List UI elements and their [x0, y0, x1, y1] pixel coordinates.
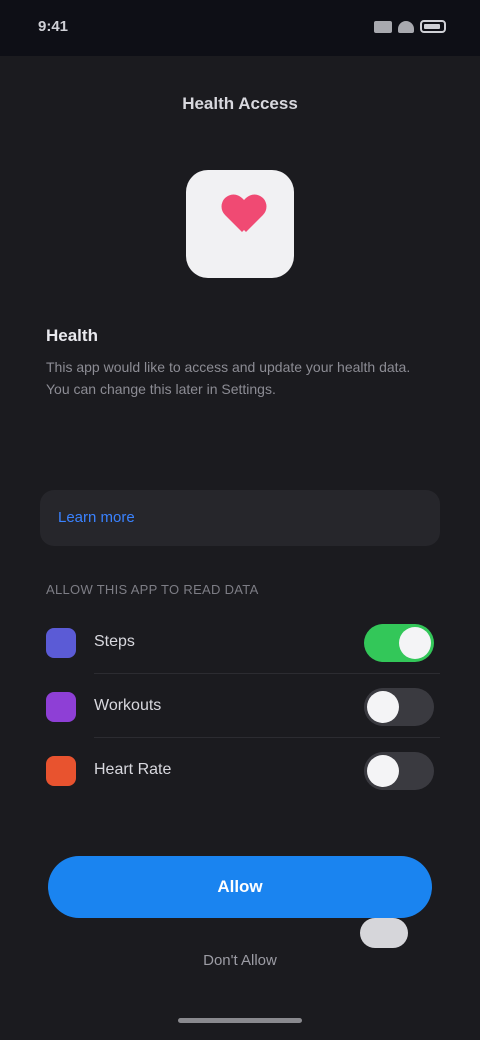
- permission-list: Steps Workouts Heart Rate: [40, 610, 440, 802]
- permission-row-heart-rate: Heart Rate: [40, 738, 440, 802]
- wifi-icon: [398, 20, 414, 33]
- app-description: This app would like to access and update…: [46, 359, 411, 397]
- home-indicator[interactable]: [178, 1018, 302, 1023]
- signal-icon: [374, 20, 392, 33]
- permission-label: Steps: [94, 633, 135, 650]
- dont-allow-link[interactable]: Don't Allow: [0, 952, 480, 969]
- battery-icon: [420, 20, 446, 33]
- heart-icon: [222, 196, 262, 236]
- permission-label: Heart Rate: [94, 761, 172, 778]
- permission-row-steps: Steps: [40, 610, 440, 674]
- floating-pill[interactable]: [360, 918, 408, 948]
- learn-more-card[interactable]: Learn more: [40, 490, 440, 546]
- app-name: Health: [46, 326, 98, 345]
- permission-label: Workouts: [94, 697, 162, 714]
- permission-row-workouts: Workouts: [40, 674, 440, 738]
- heart-rate-icon: [46, 756, 76, 786]
- steps-toggle[interactable]: [364, 624, 434, 662]
- heart-rate-toggle[interactable]: [364, 752, 434, 790]
- toggle-knob: [367, 755, 399, 787]
- status-bar: 9:41: [0, 0, 480, 56]
- workouts-toggle[interactable]: [364, 688, 434, 726]
- section-header: ALLOW THIS APP TO READ DATA: [46, 582, 259, 597]
- workout-icon: [46, 692, 76, 722]
- steps-icon: [46, 628, 76, 658]
- status-time: 9:41: [38, 18, 69, 35]
- allow-button[interactable]: Allow: [48, 856, 432, 918]
- toggle-knob: [367, 691, 399, 723]
- learn-more-link[interactable]: Learn more: [58, 509, 135, 526]
- status-icons: [374, 20, 446, 33]
- sheet-title: Health Access: [182, 94, 298, 113]
- toggle-knob: [399, 627, 431, 659]
- permission-sheet: 9:41 Health Access Health This app would…: [0, 0, 480, 1040]
- app-icon: [186, 170, 294, 278]
